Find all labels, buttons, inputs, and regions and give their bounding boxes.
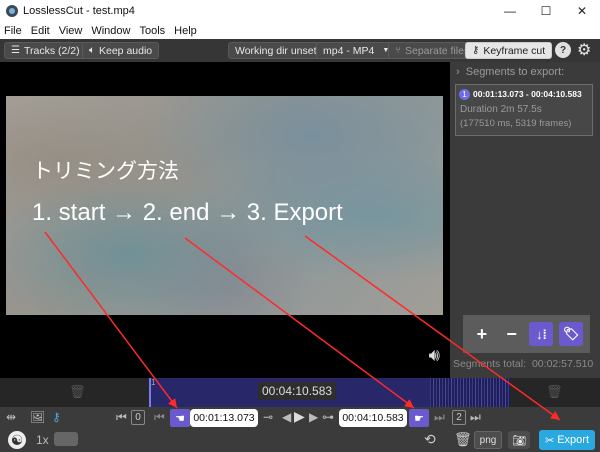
export-label: Export [557,434,589,446]
chevron-right-icon[interactable]: › [456,66,460,78]
top-toolbar: ☰ Tracks (2/2) 🔈︎ Keep audio Working dir… [0,39,600,62]
zoom-arrows-icon[interactable]: ⇹ [6,410,16,424]
image-icon[interactable]: 🖼︎ [30,410,45,424]
key-icon[interactable]: ⚷ [52,410,61,424]
fork-icon: ⑂ [395,45,401,56]
menu-bar: File Edit View Window Tools Help [0,22,600,39]
camera-icon[interactable]: 📷︎ [508,431,530,449]
key-icon: ⚷ [472,45,480,56]
end-time-input[interactable]: 00:04:10.583 [339,409,407,427]
menu-tools[interactable]: Tools [139,25,165,37]
export-button[interactable]: ✂ Export [539,430,595,450]
playback-controls: ⇹ 🖼︎ ⚷ ⏮︎ 0 ⏮︎ ☚ 00:01:13.073 ⊸ ◀ ▶ ▶ ⊶ … [0,407,600,429]
segment-duration: Duration 2m 57.5s [460,104,542,115]
format-select[interactable]: mp4 - MP4 ▼ [316,42,397,59]
close-button[interactable]: ✕ [564,0,600,22]
scissors-icon: ✂ [544,434,555,447]
keep-audio-button[interactable]: 🔈︎ Keep audio [82,42,160,59]
prev-cutpoint-icon[interactable]: ⏮︎ [154,410,165,425]
keyframe-cut-label: Keyframe cut [483,44,546,57]
segments-total-label: Segments total: [453,358,526,370]
volume-icon[interactable]: 🔊︎ [429,345,440,366]
segment-range: 00:01:13.073 - 00:04:10.583 [473,89,582,99]
settings-gear-icon[interactable]: ⚙ [577,40,591,60]
trash-icon: 🗑︎ [69,384,86,399]
start-index-box[interactable]: 0 [131,410,145,425]
keep-audio-label: Keep audio [99,44,153,57]
segment-tools: + − ↓⁞ 🏷 [463,315,590,353]
menu-edit[interactable]: Edit [31,25,50,37]
segment-number-badge: 1 [459,89,470,100]
keyframe-cut-button[interactable]: ⚷ Keyframe cut [465,42,553,59]
step-forward-icon[interactable]: ▶ [309,410,318,424]
capture-format-button[interactable]: png [474,431,502,449]
segments-total-value: 00:02:57.510 [531,358,594,370]
tracks-button[interactable]: ☰ Tracks (2/2) [4,42,87,59]
current-time-display: 00:04:10.583 [258,382,337,400]
jump-end-icon[interactable]: ⏭︎ [470,410,481,425]
segments-panel: › Segments to export: 1 00:01:13.073 - 0… [450,62,600,378]
timeline-keyframes [430,378,510,407]
speed-label: 1x [36,433,49,447]
separate-files-button[interactable]: ⑂ Separate files [388,42,477,59]
working-dir-button[interactable]: Working dir unset [228,42,324,59]
remove-segment-button[interactable]: − [500,322,524,346]
jump-start-icon[interactable]: ⏮︎ [116,410,127,425]
segments-total: Segments total: 00:02:57.510 [453,358,593,370]
set-end-button[interactable]: ☛ [409,409,429,427]
step-back-icon[interactable]: ◀ [282,410,291,424]
video-player[interactable]: 🔊︎ [0,62,450,378]
menu-file[interactable]: File [4,25,22,37]
set-start-button[interactable]: ☚ [170,409,190,427]
window-controls: — ☐ ✕ [492,0,600,22]
yin-yang-icon[interactable]: ☯ [8,431,26,449]
segment-marker-number: 1 [151,378,156,387]
hand-pointer-icon: ☚ [175,412,185,425]
app-area: ☰ Tracks (2/2) 🔈︎ Keep audio Working dir… [0,39,600,452]
title-bar: LosslessCut - test.mp4 — ☐ ✕ [0,0,600,22]
segment-frames: (177510 ms, 5319 frames) [460,118,572,129]
window-title: LosslessCut - test.mp4 [23,5,135,17]
app-logo-icon [6,5,18,17]
tracks-label: Tracks (2/2) [23,44,80,57]
separate-files-label: Separate files [405,44,470,57]
menu-help[interactable]: Help [174,25,197,37]
hand-pointer-icon: ☛ [414,412,424,425]
help-button[interactable]: ? [555,42,571,58]
keyframe-prev-icon[interactable]: ⊸ [263,410,273,424]
end-index-box[interactable]: 2 [452,410,466,425]
video-frame [6,96,443,315]
format-label: mp4 - MP4 [323,44,375,57]
add-segment-button[interactable]: + [470,322,494,346]
next-cutpoint-icon[interactable]: ⏭︎ [434,410,445,425]
minimize-button[interactable]: — [492,0,528,22]
keyframe-next-icon[interactable]: ⊶ [322,410,334,424]
maximize-button[interactable]: ☐ [528,0,564,22]
menu-window[interactable]: Window [91,25,130,37]
list-icon: ☰ [11,45,20,56]
trash-icon: 🗑︎ [546,384,563,399]
speaker-icon: 🔈︎ [89,45,95,56]
speed-input[interactable] [54,432,78,446]
rotate-icon[interactable]: ⟲ [424,431,436,448]
working-dir-label: Working dir unset [235,44,317,57]
bottom-bar: ☯ 1x ⟲ 🗑︎ png 📷︎ ✂ Export [0,429,600,452]
segments-header: › Segments to export: [456,66,564,78]
segments-header-label: Segments to export: [465,66,565,78]
menu-view[interactable]: View [59,25,83,37]
trash-icon[interactable]: 🗑︎ [454,431,472,448]
segment-item[interactable]: 1 00:01:13.073 - 00:04:10.583 Duration 2… [455,84,593,136]
start-time-input[interactable]: 00:01:13.073 [190,409,258,427]
play-icon[interactable]: ▶ [294,408,305,425]
tag-segment-button[interactable]: 🏷 [559,322,584,346]
timeline[interactable]: 1 🗑︎ 🗑︎ 00:04:10.583 [0,378,600,407]
sort-segments-button[interactable]: ↓⁞ [529,322,554,346]
